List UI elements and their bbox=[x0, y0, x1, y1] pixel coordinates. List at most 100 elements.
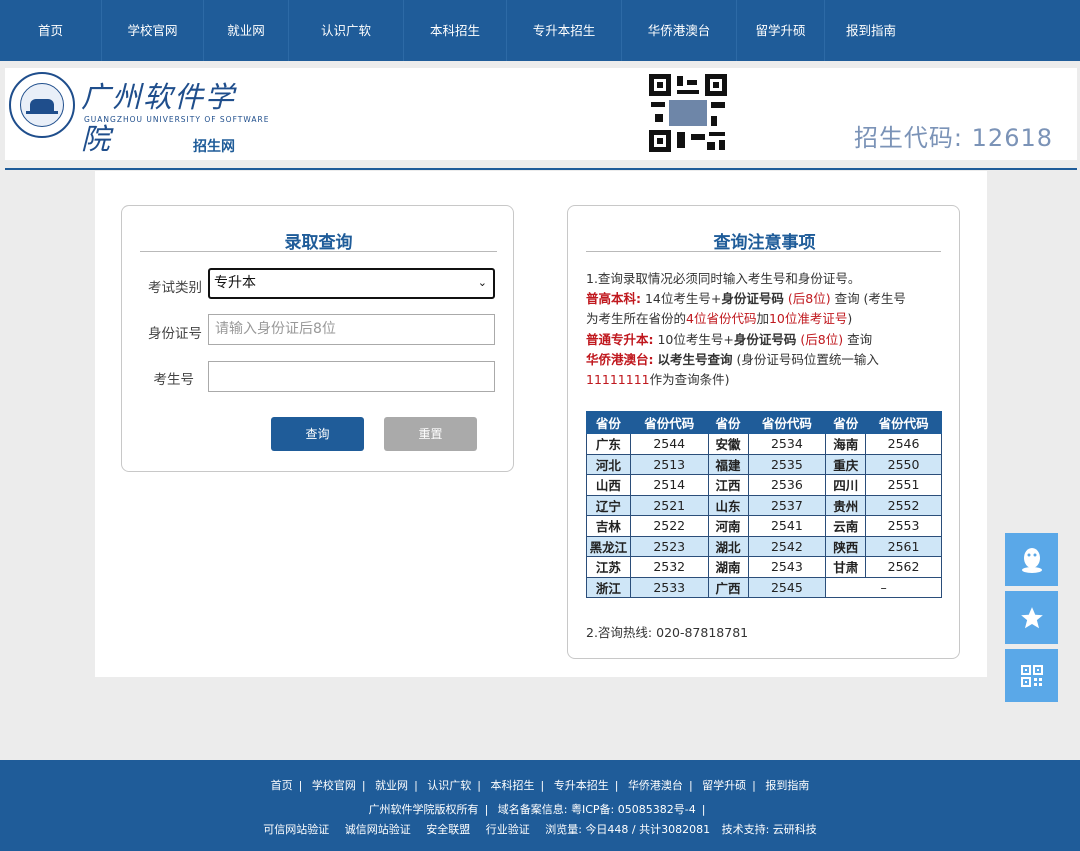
province-cell: 河南 bbox=[707, 515, 749, 537]
province-code-cell: 2514 bbox=[629, 474, 709, 496]
nav-school-site[interactable]: 学校官网 bbox=[102, 0, 204, 61]
province-code-cell: 2537 bbox=[747, 494, 827, 516]
province-code-cell: 2543 bbox=[747, 556, 827, 578]
table-row: 江苏 2532 湖南 2543 甘肃 2562 bbox=[586, 556, 942, 578]
hotline: 2.咨询热线: 020-87818781 bbox=[586, 625, 749, 640]
qq-icon bbox=[1021, 547, 1042, 573]
copyright: 广州软件学院版权所有 bbox=[368, 803, 479, 816]
table-header: 省份代码 bbox=[747, 411, 827, 434]
province-cell: 山东 bbox=[707, 494, 749, 516]
school-logo[interactable]: 广州软件学院 GUANGZHOU UNIVERSITY OF SOFTWARE … bbox=[5, 68, 268, 160]
province-code-cell: 2544 bbox=[629, 433, 709, 455]
exam-number-label: 考生号 bbox=[153, 372, 195, 388]
admission-code: 招生代码: 12618 bbox=[853, 124, 1053, 152]
province-cell: 湖北 bbox=[707, 535, 749, 557]
icp-info[interactable]: 域名备案信息: 粤ICP备: 05085382号-4 bbox=[498, 801, 696, 817]
province-code-cell: 2551 bbox=[865, 474, 942, 496]
notes-panel-divider bbox=[586, 251, 941, 252]
province-code-cell: 2545 bbox=[747, 576, 827, 598]
footer-link[interactable]: 学校官网 bbox=[312, 777, 356, 793]
verify-link[interactable]: 安全联盟 bbox=[426, 821, 470, 837]
nav-study-abroad[interactable]: 留学升硕 bbox=[737, 0, 825, 61]
qrcode-icon bbox=[647, 72, 729, 154]
nav-home[interactable]: 首页 bbox=[0, 0, 102, 61]
province-cell: 广东 bbox=[586, 433, 631, 455]
province-code-cell: 2535 bbox=[747, 453, 827, 475]
footer-link[interactable]: 认识广软 bbox=[427, 777, 471, 793]
query-panel: 录取查询 考试类别 专升本 ⌄ 身份证号 请输入身份证后8位 考生号 查询 重置 bbox=[121, 205, 514, 472]
star-icon bbox=[1020, 606, 1043, 628]
footer-link[interactable]: 就业网 bbox=[375, 777, 408, 793]
note-line-1: 1.查询录取情况必须同时输入考生号和身份证号。 bbox=[586, 271, 861, 286]
table-header: 省份代码 bbox=[629, 411, 709, 434]
province-cell: – bbox=[825, 576, 942, 598]
footer-link[interactable]: 留学升硕 bbox=[702, 777, 746, 793]
note-line-2: 普高本科: 14位考生号+身份证号码 (后8位) 查询 (考生号 bbox=[586, 291, 906, 306]
province-code-cell: 2523 bbox=[629, 535, 709, 557]
site-footer: 首页 | 学校官网 | 就业网 | 认识广软 | 本科招生 | 专升本招生 | 华侨港澳台 |… bbox=[0, 760, 1080, 851]
province-cell: 江西 bbox=[707, 474, 749, 496]
note-line-5: 华侨港澳台: 以考生号查询 (身份证号码位置统一输入 bbox=[586, 352, 879, 367]
id-number-input[interactable]: 请输入身份证后8位 bbox=[208, 314, 495, 345]
footer-link[interactable]: 华侨港澳台 bbox=[628, 777, 683, 793]
province-cell: 贵州 bbox=[825, 494, 867, 516]
footer-link[interactable]: 首页 bbox=[271, 777, 293, 793]
footer-copyright-row: 广州软件学院版权所有 | 域名备案信息: 粤ICP备: 05085382号-4 | bbox=[368, 801, 706, 817]
note-line-6: 11111111作为查询条件) bbox=[586, 372, 730, 387]
verify-link[interactable]: 可信网站验证 bbox=[263, 821, 329, 837]
province-code-cell: 2536 bbox=[747, 474, 827, 496]
province-code-cell: 2553 bbox=[865, 515, 942, 537]
top-nav: 首页 学校官网 就业网 认识广软 本科招生 专升本招生 华侨港澳台 留学升硕 报… bbox=[0, 0, 1080, 61]
qrcode-icon bbox=[1020, 664, 1043, 687]
province-cell: 吉林 bbox=[586, 515, 631, 537]
footer-link[interactable]: 专升本招生 bbox=[554, 777, 609, 793]
header-divider bbox=[5, 168, 1077, 170]
table-row: 黑龙江 2523 湖北 2542 陕西 2561 bbox=[586, 535, 942, 557]
province-cell: 安徽 bbox=[707, 433, 749, 455]
nav-upgrade[interactable]: 专升本招生 bbox=[507, 0, 622, 61]
footer-link[interactable]: 本科招生 bbox=[491, 777, 535, 793]
nav-undergrad[interactable]: 本科招生 bbox=[404, 0, 507, 61]
school-name-en: GUANGZHOU UNIVERSITY OF SOFTWARE bbox=[84, 115, 270, 124]
province-code-cell: 2513 bbox=[629, 453, 709, 475]
table-header: 省份代码 bbox=[865, 411, 942, 434]
qq-button[interactable] bbox=[1005, 533, 1058, 586]
verify-link[interactable]: 诚信网站验证 bbox=[345, 821, 411, 837]
province-cell: 甘肃 bbox=[825, 556, 867, 578]
exam-type-select[interactable]: 专升本 ⌄ bbox=[208, 268, 495, 299]
favorite-button[interactable] bbox=[1005, 591, 1058, 644]
province-code-cell: 2562 bbox=[865, 556, 942, 578]
province-code-cell: 2521 bbox=[629, 494, 709, 516]
province-cell: 河北 bbox=[586, 453, 631, 475]
province-cell: 山西 bbox=[586, 474, 631, 496]
province-code-cell: 2541 bbox=[747, 515, 827, 537]
footer-link[interactable]: 报到指南 bbox=[765, 777, 809, 793]
query-button[interactable]: 查询 bbox=[271, 417, 364, 451]
reset-button[interactable]: 重置 bbox=[384, 417, 477, 451]
province-cell: 浙江 bbox=[586, 576, 631, 598]
verify-link[interactable]: 行业验证 bbox=[486, 821, 530, 837]
notes-panel-title: 查询注意事项 bbox=[713, 233, 816, 253]
table-header: 省份 bbox=[707, 411, 749, 434]
table-row: 辽宁 2521 山东 2537 贵州 2552 bbox=[586, 494, 942, 516]
nav-guide[interactable]: 报到指南 bbox=[825, 0, 917, 61]
footer-links: 首页 | 学校官网 | 就业网 | 认识广软 | 本科招生 | 专升本招生 | 华侨港澳台 |… bbox=[270, 777, 810, 793]
province-code-cell: 2522 bbox=[629, 515, 709, 537]
nav-jobs[interactable]: 就业网 bbox=[204, 0, 289, 61]
site-label: 招生网 bbox=[193, 139, 235, 155]
notes-panel: 查询注意事项 1.查询录取情况必须同时输入考生号和身份证号。 普高本科: 14位… bbox=[567, 205, 960, 659]
province-cell: 四川 bbox=[825, 474, 867, 496]
table-row: 山西 2514 江西 2536 四川 2551 bbox=[586, 474, 942, 496]
province-cell: 福建 bbox=[707, 453, 749, 475]
province-code-cell: 2534 bbox=[747, 433, 827, 455]
nav-overseas[interactable]: 华侨港澳台 bbox=[622, 0, 737, 61]
note-line-3: 为考生所在省份的4位省份代码加10位准考证号) bbox=[586, 311, 853, 326]
exam-number-input[interactable] bbox=[208, 361, 495, 392]
province-cell: 重庆 bbox=[825, 453, 867, 475]
id-number-label: 身份证号 bbox=[148, 326, 202, 342]
qrcode-button[interactable] bbox=[1005, 649, 1058, 702]
province-cell: 陕西 bbox=[825, 535, 867, 557]
province-cell: 江苏 bbox=[586, 556, 631, 578]
main-content: 录取查询 考试类别 专升本 ⌄ 身份证号 请输入身份证后8位 考生号 查询 重置… bbox=[95, 171, 987, 677]
nav-about[interactable]: 认识广软 bbox=[289, 0, 404, 61]
